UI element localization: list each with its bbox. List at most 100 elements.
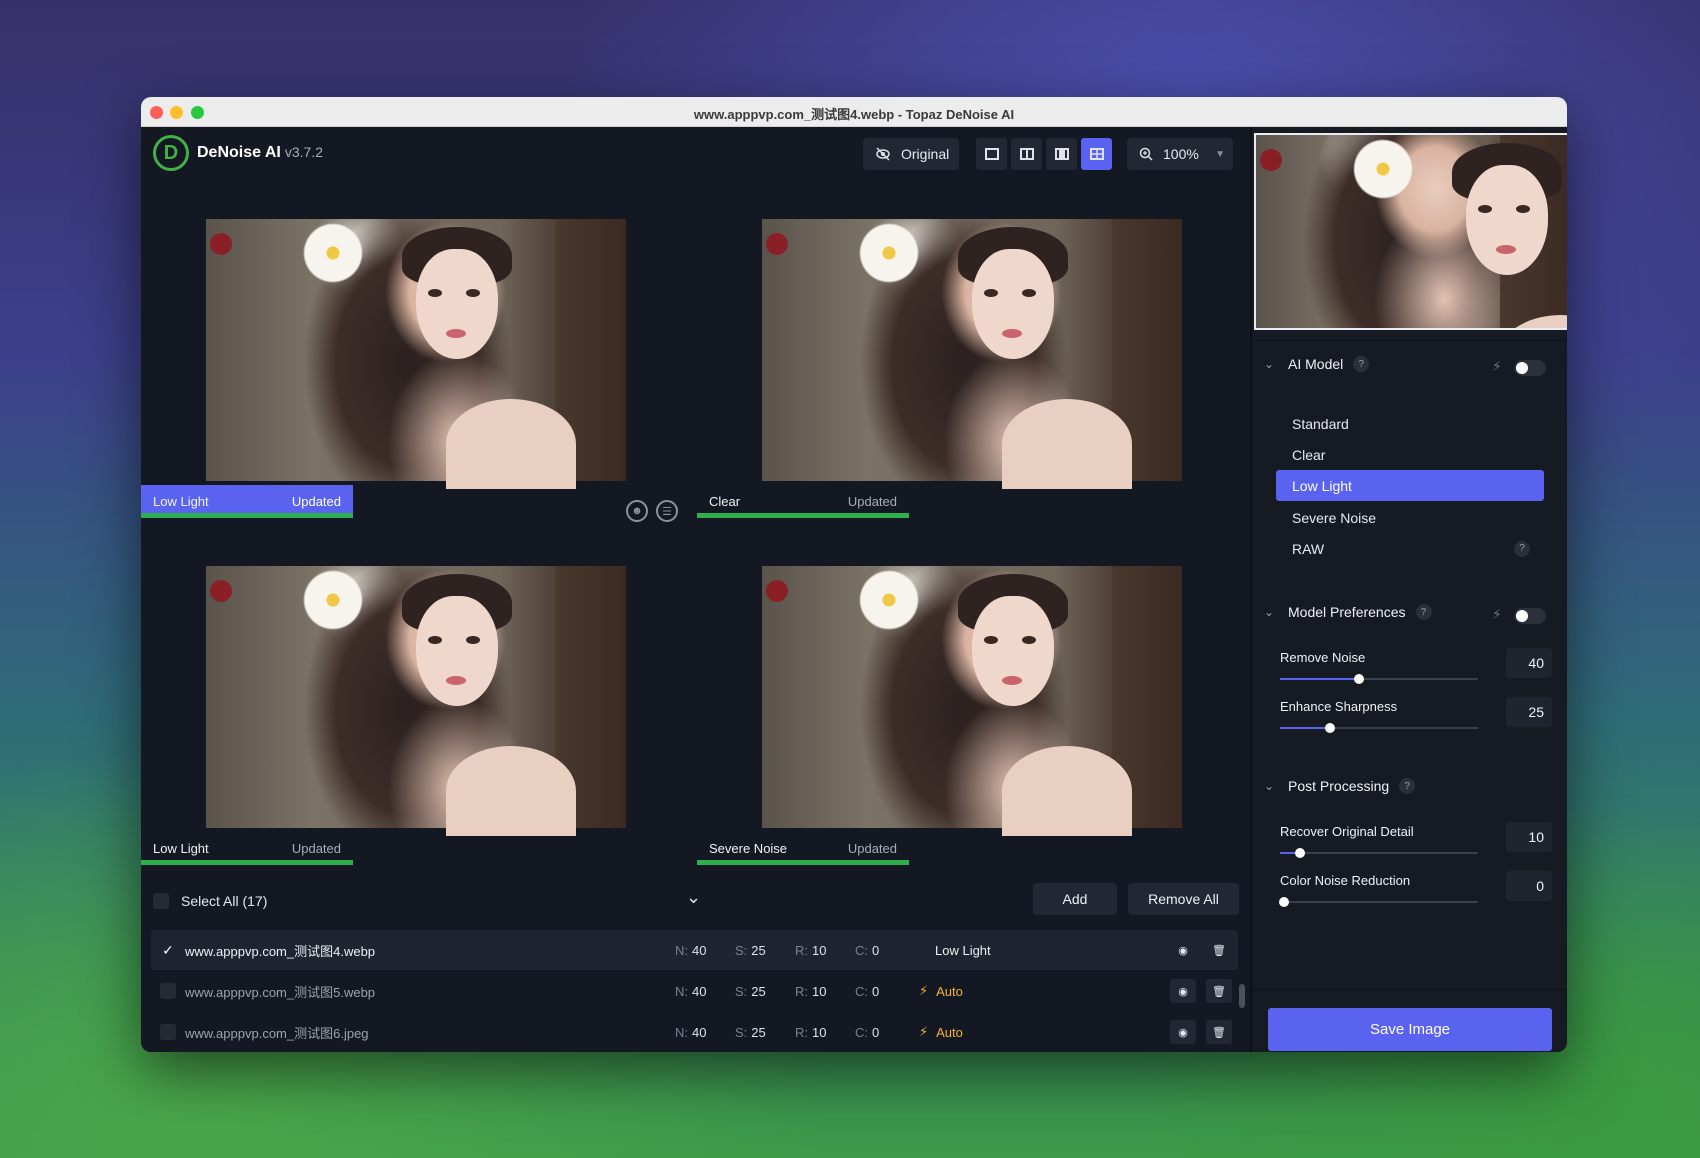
remove-noise-slider[interactable]: Remove Noise 40 [1280,648,1552,684]
slider-handle[interactable] [1294,848,1305,858]
help-icon[interactable]: ? [1399,778,1416,794]
smile-icon[interactable]: ☻ [626,500,648,522]
camera-icon[interactable]: ◉ [1170,979,1196,1003]
original-toggle-button[interactable]: Original [863,138,959,170]
row-model: ⚡ Auto [915,983,1125,999]
stat-label-r: R: [795,1024,808,1040]
slider-handle[interactable] [1278,897,1289,907]
chevron-down-icon[interactable]: ⌄ [1264,605,1278,619]
file-list-scrollbar[interactable] [1239,984,1245,1008]
color-noise-reduction-slider[interactable]: Color Noise Reduction 0 [1278,871,1552,907]
file-row[interactable]: ✓ www.apppvp.com_测试图4.webp N: 40 S: 25 R: 1… [151,930,1238,970]
stat-label-c: C: [855,983,868,999]
model-option-raw[interactable]: RAW ? [1276,533,1544,564]
section-title: AI Model [1288,356,1344,372]
auto-preferences-toggle[interactable] [1514,608,1546,624]
stat-label-s: S: [735,1024,748,1040]
chevron-down-icon[interactable]: ⌄ [686,887,701,908]
chevron-down-icon[interactable]: ⌄ [1264,357,1278,371]
navigator-preview[interactable] [1254,133,1567,330]
slider-value-input[interactable]: 25 [1506,697,1552,727]
model-option-standard[interactable]: Standard [1276,408,1544,439]
checkbox[interactable] [160,1024,176,1040]
post-processing-section-header[interactable]: ⌄ Post Processing ? [1264,778,1544,794]
checkmark-icon[interactable]: ✓ [162,942,174,959]
checkbox[interactable] [160,983,176,999]
trash-icon[interactable]: 🗑 [1206,938,1232,962]
app-window: www.apppvp.com_测试图4.webp - Topaz DeNoise… [141,97,1567,1052]
side-by-side-view-button[interactable] [1046,138,1077,170]
recover-original-detail-slider[interactable]: Recover Original Detail 10 [1280,822,1552,858]
zoom-control[interactable]: 100% ▼ [1127,138,1233,170]
pane-label[interactable]: Severe Noise Updated [697,832,909,865]
pane-model: Clear [709,494,741,509]
split-view-button[interactable] [1011,138,1042,170]
zoom-value[interactable]: 100% [1163,146,1199,162]
file-row[interactable]: www.apppvp.com_测试图6.jpeg N: 40 S: 25 R: 10 … [151,1012,1238,1052]
slider-handle[interactable] [1324,723,1335,733]
stat-label-n: N: [675,942,688,958]
preview-image[interactable] [206,219,626,489]
noise-value: 40 [692,1024,707,1040]
single-view-icon [984,148,999,160]
save-image-button[interactable]: Save Image [1268,1008,1552,1051]
model-option-low-light[interactable]: Low Light [1276,470,1544,501]
trash-icon[interactable]: 🗑 [1206,979,1232,1003]
camera-icon[interactable]: ◉ [1170,1020,1196,1044]
add-button[interactable]: Add [1033,883,1117,915]
slider-track[interactable] [1280,723,1478,733]
sharpness-value: 25 [751,942,766,958]
side-by-side-view-icon [1054,148,1069,160]
help-icon[interactable]: ? [1514,540,1530,557]
neutral-face-icon[interactable]: ☰ [656,500,678,522]
progress-bar [141,513,353,518]
file-name: www.apppvp.com_测试图5.webp [185,984,376,1000]
preview-image[interactable] [762,219,1182,489]
chevron-down-icon[interactable]: ⌄ [1264,779,1278,793]
select-all-checkbox[interactable]: Select All (17) [153,893,267,909]
checkbox[interactable] [153,893,169,909]
compare-controls: ☻ ☰ [626,500,678,522]
slider-value-input[interactable]: 0 [1506,871,1552,901]
slider-value-input[interactable]: 40 [1506,648,1552,678]
preview-image[interactable] [206,566,626,836]
pane-label[interactable]: Low Light Updated [141,485,353,518]
app-version: v3.7.2 [284,144,324,160]
help-icon[interactable]: ? [1415,604,1432,620]
row-model: ⚡ Auto [915,1024,1125,1040]
remove-all-button[interactable]: Remove All [1128,883,1239,915]
pane-label[interactable]: Clear Updated [697,485,909,518]
camera-icon[interactable]: ◉ [1170,938,1196,962]
color-noise-value: 0 [872,942,880,958]
select-all-label: Select All (17) [181,893,268,909]
slider-track[interactable] [1280,674,1478,684]
model-preferences-section-header[interactable]: ⌄ Model Preferences ? [1264,604,1544,620]
auto-model-toggle[interactable] [1514,360,1546,376]
preview-image[interactable] [762,566,1182,836]
file-row[interactable]: www.apppvp.com_测试图5.webp N: 40 S: 25 R: 10 … [151,971,1238,1011]
single-view-button[interactable] [976,138,1007,170]
model-option-severe-noise[interactable]: Severe Noise [1276,502,1544,533]
navigator-image[interactable] [1256,135,1567,328]
zoom-in-icon [1139,147,1153,161]
file-list-header: Select All (17) ⌄ Add Remove All [141,873,1250,929]
pane-model: Low Light [153,841,209,856]
ai-model-section-header[interactable]: ⌄ AI Model ? [1264,356,1544,372]
slider-value-input[interactable]: 10 [1506,822,1552,852]
slider-track[interactable] [1278,897,1478,907]
noise-value: 40 [692,942,707,958]
view-mode-group [976,138,1112,170]
main-area: D DeNoise AI v3.7.2 Original 100% ▼ Low … [141,127,1250,1052]
enhance-sharpness-slider[interactable]: Enhance Sharpness 25 [1280,697,1552,733]
help-icon[interactable]: ? [1353,356,1370,372]
pane-status: Updated [291,494,341,509]
quad-view-button[interactable] [1081,138,1112,170]
pane-label[interactable]: Low Light Updated [141,832,353,865]
slider-handle[interactable] [1354,674,1365,684]
file-name: www.apppvp.com_测试图4.webp [185,943,376,959]
slider-track[interactable] [1280,848,1478,858]
model-option-clear[interactable]: Clear [1276,439,1544,470]
chevron-down-icon[interactable]: ▼ [1215,149,1225,160]
trash-icon[interactable]: 🗑 [1206,1020,1232,1044]
stat-label-s: S: [735,942,748,958]
